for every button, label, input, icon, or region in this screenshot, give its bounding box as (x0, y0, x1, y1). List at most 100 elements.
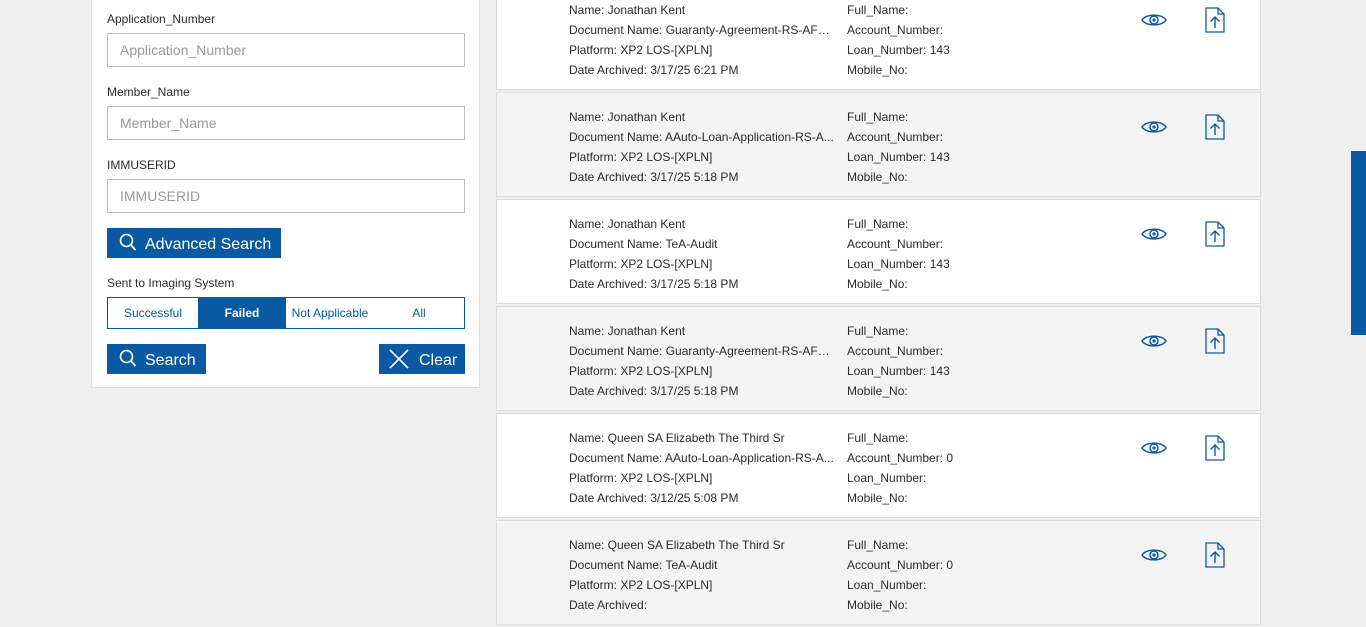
platform-field: Platform: XP2 LOS-[XPLN] (569, 471, 713, 485)
full-name-field: Full_Name: (847, 324, 909, 338)
search-icon (119, 233, 137, 251)
mobile-no-field: Mobile_No: (847, 63, 908, 77)
imaging-status-toggle: Successful Failed Not Applicable All (107, 297, 465, 329)
eye-icon[interactable] (1141, 547, 1167, 563)
result-card: Name: Jonathan Kent Document Name: Guara… (496, 0, 1261, 90)
full-name-field: Full_Name: (847, 3, 909, 17)
search-icon (119, 349, 137, 367)
date-archived-field: Date Archived: 3/17/25 5:18 PM (569, 384, 739, 398)
member-details: Full_Name: Account_Number: 0 Loan_Number… (847, 535, 1047, 615)
account-number-field: Account_Number: 0 (847, 451, 954, 465)
mobile-no-field: Mobile_No: (847, 491, 908, 505)
eye-icon[interactable] (1141, 440, 1167, 456)
eye-icon[interactable] (1141, 12, 1167, 28)
mobile-no-field: Mobile_No: (847, 384, 908, 398)
result-card: Name: Jonathan Kent Document Name: Guara… (496, 306, 1261, 411)
eye-icon[interactable] (1141, 226, 1167, 242)
upload-document-icon[interactable] (1205, 542, 1225, 568)
loan-number-field: Loan_Number: 143 (847, 150, 950, 164)
upload-document-icon[interactable] (1205, 221, 1225, 247)
account-number-field: Account_Number: (847, 237, 944, 251)
document-details: Name: Queen SA Elizabeth The Third Sr Do… (569, 535, 835, 615)
full-name-field: Full_Name: (847, 431, 909, 445)
member-details: Full_Name: Account_Number: Loan_Number: … (847, 214, 1047, 294)
document-details: Name: Queen SA Elizabeth The Third Sr Do… (569, 428, 835, 508)
full-name-field: Full_Name: (847, 217, 909, 231)
full-name-field: Full_Name: (847, 110, 909, 124)
result-card: Name: Queen SA Elizabeth The Third Sr Do… (496, 413, 1261, 518)
member-details: Full_Name: Account_Number: Loan_Number: … (847, 107, 1047, 187)
loan-number-field: Loan_Number: (847, 578, 927, 592)
member-name-input[interactable] (107, 106, 465, 140)
document-details: Name: Jonathan Kent Document Name: Guara… (569, 0, 835, 80)
date-archived-field: Date Archived: 3/12/25 5:08 PM (569, 491, 739, 505)
mobile-no-field: Mobile_No: (847, 277, 908, 291)
immuserid-label: IMMUSERID (107, 158, 176, 172)
full-name-field: Full_Name: (847, 538, 909, 552)
upload-document-icon[interactable] (1205, 114, 1225, 140)
document-details: Name: Jonathan Kent Document Name: Guara… (569, 321, 835, 401)
eye-icon[interactable] (1141, 119, 1167, 135)
document-name-field: Document Name: Guaranty-Agreement-RS-AFD… (569, 344, 835, 358)
side-drawer-tab[interactable] (1351, 151, 1366, 335)
member-details: Full_Name: Account_Number: Loan_Number: … (847, 0, 1047, 80)
platform-field: Platform: XP2 LOS-[XPLN] (569, 43, 713, 57)
result-card: Name: Jonathan Kent Document Name: TeA-A… (496, 199, 1261, 304)
document-details: Name: Jonathan Kent Document Name: TeA-A… (569, 214, 835, 294)
search-label: Search (145, 352, 196, 369)
name-field: Name: Queen SA Elizabeth The Third Sr (569, 431, 785, 445)
search-panel: Application_Number Member_Name IMMUSERID… (91, 0, 480, 388)
imaging-system-label: Sent to Imaging System (107, 276, 235, 290)
account-number-field: Account_Number: (847, 23, 944, 37)
loan-number-field: Loan_Number: 143 (847, 257, 950, 271)
platform-field: Platform: XP2 LOS-[XPLN] (569, 257, 713, 271)
document-name-field: Document Name: TeA-Audit (569, 558, 718, 572)
imaging-option-all[interactable]: All (374, 298, 464, 328)
imaging-option-failed[interactable]: Failed (198, 298, 286, 328)
mobile-no-field: Mobile_No: (847, 170, 908, 184)
document-details: Name: Jonathan Kent Document Name: AAuto… (569, 107, 835, 187)
results-list: Name: Jonathan Kent Document Name: Guara… (496, 0, 1261, 627)
member-name-label: Member_Name (107, 85, 190, 99)
advanced-search-label: Advanced Search (145, 236, 272, 253)
search-button[interactable]: Search (107, 344, 206, 374)
application-number-label: Application_Number (107, 12, 216, 26)
document-name-field: Document Name: AAuto-Loan-Application-RS… (569, 451, 834, 465)
eye-icon[interactable] (1141, 333, 1167, 349)
upload-document-icon[interactable] (1205, 7, 1225, 33)
advanced-search-button[interactable]: Advanced Search (107, 228, 281, 258)
application-number-input[interactable] (107, 33, 465, 67)
loan-number-field: Loan_Number: 143 (847, 43, 950, 57)
member-details: Full_Name: Account_Number: Loan_Number: … (847, 321, 1047, 401)
platform-field: Platform: XP2 LOS-[XPLN] (569, 150, 713, 164)
platform-field: Platform: XP2 LOS-[XPLN] (569, 364, 713, 378)
account-number-field: Account_Number: (847, 344, 944, 358)
imaging-option-not-applicable[interactable]: Not Applicable (286, 298, 374, 328)
date-archived-field: Date Archived: 3/17/25 6:21 PM (569, 63, 739, 77)
clear-button[interactable]: Clear (379, 344, 465, 374)
name-field: Name: Queen SA Elizabeth The Third Sr (569, 538, 785, 552)
upload-document-icon[interactable] (1205, 328, 1225, 354)
loan-number-field: Loan_Number: (847, 471, 927, 485)
loan-number-field: Loan_Number: 143 (847, 364, 950, 378)
date-archived-field: Date Archived: (569, 598, 648, 612)
member-details: Full_Name: Account_Number: 0 Loan_Number… (847, 428, 1047, 508)
document-name-field: Document Name: AAuto-Loan-Application-RS… (569, 130, 834, 144)
immuserid-input[interactable] (107, 179, 465, 213)
name-field: Name: Jonathan Kent (569, 217, 686, 231)
mobile-no-field: Mobile_No: (847, 598, 908, 612)
clear-label: Clear (419, 352, 458, 369)
name-field: Name: Jonathan Kent (569, 3, 686, 17)
account-number-field: Account_Number: 0 (847, 558, 954, 572)
date-archived-field: Date Archived: 3/17/25 5:18 PM (569, 170, 739, 184)
name-field: Name: Jonathan Kent (569, 110, 686, 124)
account-number-field: Account_Number: (847, 130, 944, 144)
result-card: Name: Queen SA Elizabeth The Third Sr Do… (496, 520, 1261, 625)
result-card: Name: Jonathan Kent Document Name: AAuto… (496, 92, 1261, 197)
upload-document-icon[interactable] (1205, 435, 1225, 461)
document-name-field: Document Name: TeA-Audit (569, 237, 718, 251)
date-archived-field: Date Archived: 3/17/25 5:18 PM (569, 277, 739, 291)
imaging-option-successful[interactable]: Successful (108, 298, 198, 328)
platform-field: Platform: XP2 LOS-[XPLN] (569, 578, 713, 592)
document-name-field: Document Name: Guaranty-Agreement-RS-AFD… (569, 23, 835, 37)
